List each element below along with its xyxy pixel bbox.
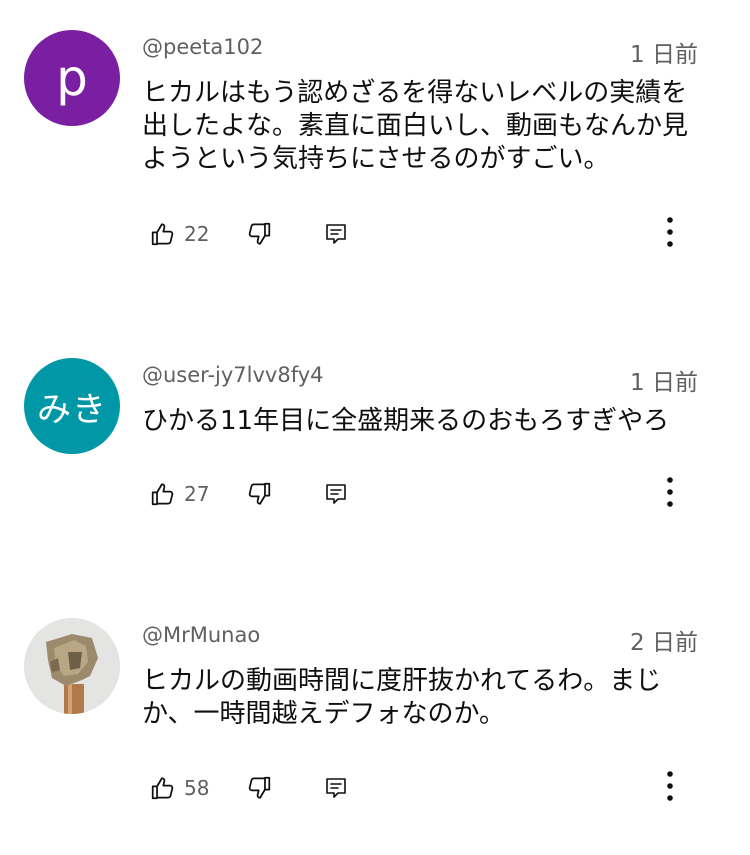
- comment-timestamp: 1 日前: [630, 42, 698, 68]
- dislike-button[interactable]: [246, 214, 272, 254]
- avatar-letter: p: [56, 49, 88, 107]
- thumbs-up-icon: [150, 775, 176, 801]
- like-button[interactable]: 27: [150, 474, 209, 514]
- comment-text: ヒカルはもう認めざるを得ないレベルの実績を出したよな。素直に面白いし、動画もなん…: [142, 78, 689, 174]
- comment-text: ひかる11年目に全盛期来るのおもろすぎやろ: [142, 406, 670, 436]
- reply-button[interactable]: [324, 768, 348, 808]
- comment-author[interactable]: @peeta102: [142, 34, 263, 60]
- more-vert-icon: [660, 768, 680, 808]
- more-vert-icon: [660, 214, 680, 254]
- thumbs-up-icon: [150, 221, 176, 247]
- comment-actions: 27: [150, 474, 710, 514]
- like-count: 22: [184, 222, 210, 246]
- comment-actions: 58: [150, 768, 710, 808]
- thumbs-down-icon: [246, 221, 272, 247]
- like-button[interactable]: 22: [150, 214, 209, 254]
- like-count: 27: [184, 482, 210, 506]
- avatar[interactable]: [24, 618, 120, 714]
- comment-timestamp: 1 日前: [630, 370, 698, 396]
- reply-icon: [324, 775, 348, 801]
- like-button[interactable]: 58: [150, 768, 209, 808]
- dislike-button[interactable]: [246, 474, 272, 514]
- comment-timestamp: 2 日前: [630, 630, 698, 656]
- avatar[interactable]: みき: [24, 358, 120, 454]
- reply-button[interactable]: [324, 214, 348, 254]
- more-vert-icon: [660, 474, 680, 514]
- more-options-button[interactable]: [660, 214, 680, 254]
- avatar[interactable]: p: [24, 30, 120, 126]
- thumbs-down-icon: [246, 481, 272, 507]
- dislike-button[interactable]: [246, 768, 272, 808]
- comment-text: ヒカルの動画時間に度肝抜かれてるわ。まじか、一時間越えデフォなのか。: [142, 666, 662, 729]
- reply-button[interactable]: [324, 474, 348, 514]
- reply-icon: [324, 221, 348, 247]
- thumbs-up-icon: [150, 481, 176, 507]
- comment-author[interactable]: @MrMunao: [142, 622, 260, 648]
- avatar-letter: みき: [37, 389, 107, 430]
- more-options-button[interactable]: [660, 768, 680, 808]
- thumbs-down-icon: [246, 775, 272, 801]
- comment-actions: 22: [150, 214, 710, 254]
- more-options-button[interactable]: [660, 474, 680, 514]
- comment-author[interactable]: @user-jy7lvv8fy4: [142, 362, 324, 388]
- avatar-photo-icon: [24, 618, 120, 714]
- like-count: 58: [184, 776, 210, 800]
- reply-icon: [324, 481, 348, 507]
